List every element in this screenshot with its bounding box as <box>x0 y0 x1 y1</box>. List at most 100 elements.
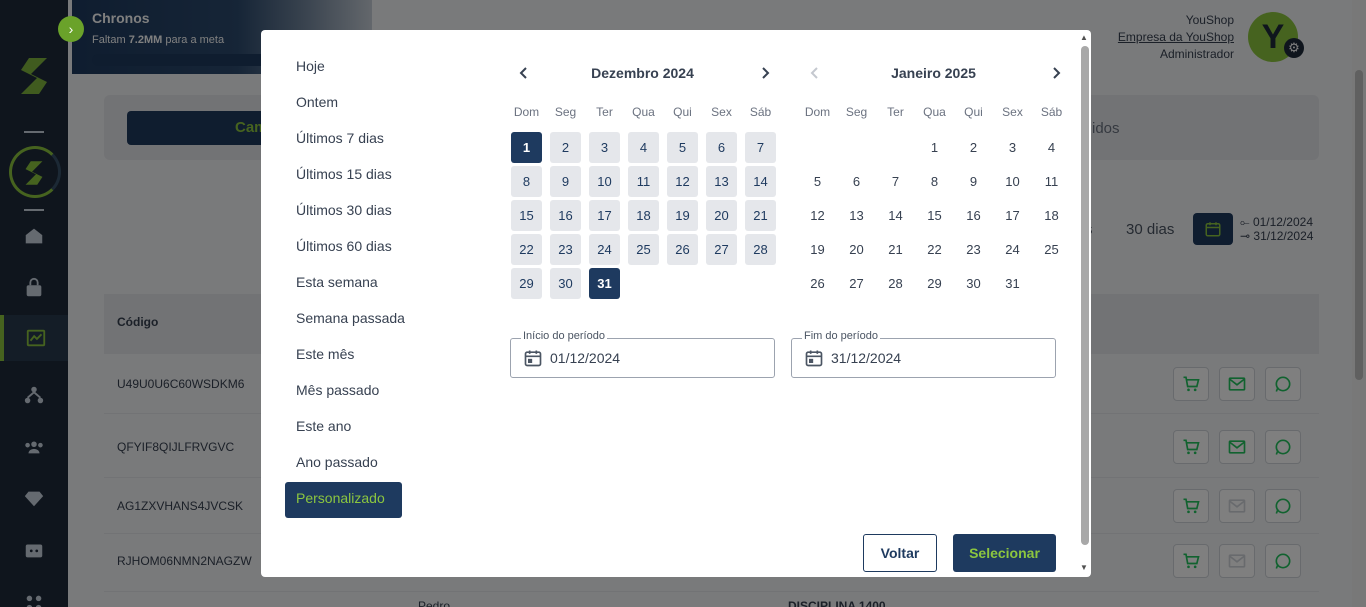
day-cell[interactable]: 13 <box>837 198 876 232</box>
sidebar-expand-button[interactable]: › <box>58 16 84 42</box>
day-number: 23 <box>550 233 581 265</box>
day-cell[interactable]: 26 <box>798 266 837 300</box>
preset-last-month[interactable]: Mês passado <box>285 374 402 410</box>
day-cell[interactable]: 28 <box>741 232 780 266</box>
select-button[interactable]: Selecionar <box>953 534 1056 572</box>
day-cell[interactable]: 10 <box>585 164 624 198</box>
day-cell[interactable]: 31 <box>585 266 624 300</box>
day-cell[interactable]: 21 <box>741 198 780 232</box>
preset-this-month[interactable]: Este mês <box>285 338 402 374</box>
day-cell[interactable]: 3 <box>993 130 1032 164</box>
weekday-label: Dom <box>804 105 831 119</box>
day-cell[interactable]: 12 <box>798 198 837 232</box>
day-cell[interactable]: 22 <box>507 232 546 266</box>
chevron-right-icon <box>1053 67 1061 79</box>
preset-yesterday[interactable]: Ontem <box>285 86 402 122</box>
day-cell[interactable]: 8 <box>507 164 546 198</box>
preset-this-week[interactable]: Esta semana <box>285 266 402 302</box>
weekday-label: Seg <box>554 105 577 119</box>
day-cell[interactable]: 1 <box>915 130 954 164</box>
day-cell[interactable]: 29 <box>507 266 546 300</box>
day-cell[interactable]: 28 <box>876 266 915 300</box>
day-number: 26 <box>667 233 698 265</box>
day-cell[interactable]: 11 <box>624 164 663 198</box>
day-cell[interactable]: 6 <box>837 164 876 198</box>
day-number: 10 <box>589 165 620 197</box>
day-cell[interactable]: 23 <box>954 232 993 266</box>
day-cell[interactable]: 7 <box>876 164 915 198</box>
day-cell[interactable]: 27 <box>837 266 876 300</box>
preset-today[interactable]: Hoje <box>285 50 402 86</box>
next-month-button[interactable] <box>1043 60 1069 86</box>
day-cell[interactable]: 6 <box>702 130 741 164</box>
day-cell[interactable]: 26 <box>663 232 702 266</box>
day-cell[interactable]: 23 <box>546 232 585 266</box>
day-cell[interactable]: 27 <box>702 232 741 266</box>
day-cell[interactable]: 22 <box>915 232 954 266</box>
day-cell[interactable]: 3 <box>585 130 624 164</box>
day-cell[interactable]: 10 <box>993 164 1032 198</box>
day-empty <box>837 130 876 164</box>
day-cell[interactable]: 16 <box>954 198 993 232</box>
day-cell[interactable]: 7 <box>741 130 780 164</box>
preset-last-week[interactable]: Semana passada <box>285 302 405 338</box>
day-cell[interactable]: 11 <box>1032 164 1071 198</box>
preset-this-year[interactable]: Este ano <box>285 410 402 446</box>
day-number: 28 <box>888 275 903 291</box>
day-cell[interactable]: 29 <box>915 266 954 300</box>
day-cell[interactable]: 19 <box>663 198 702 232</box>
day-cell[interactable]: 14 <box>741 164 780 198</box>
day-cell[interactable]: 25 <box>1032 232 1071 266</box>
day-cell[interactable]: 8 <box>915 164 954 198</box>
preset-custom[interactable]: Personalizado <box>285 482 402 518</box>
day-cell[interactable]: 25 <box>624 232 663 266</box>
day-cell[interactable]: 18 <box>624 198 663 232</box>
scroll-up-icon[interactable]: ▲ <box>1080 33 1088 42</box>
preset-last-15-days[interactable]: Últimos 15 dias <box>285 158 402 194</box>
preset-last-60-days[interactable]: Últimos 60 dias <box>285 230 402 266</box>
end-date-field[interactable]: Fim do período 31/12/2024 <box>791 330 1056 378</box>
day-cell[interactable]: 20 <box>702 198 741 232</box>
day-cell[interactable]: 14 <box>876 198 915 232</box>
day-cell[interactable]: 30 <box>546 266 585 300</box>
preset-last-7-days[interactable]: Últimos 7 dias <box>285 122 402 158</box>
day-cell[interactable]: 20 <box>837 232 876 266</box>
day-cell[interactable]: 15 <box>915 198 954 232</box>
day-cell[interactable]: 2 <box>546 130 585 164</box>
day-number: 24 <box>1005 241 1020 257</box>
day-cell[interactable]: 4 <box>1032 130 1071 164</box>
modal-scrollbar[interactable]: ▲ ▼ <box>1079 30 1091 577</box>
scroll-down-icon[interactable]: ▼ <box>1080 563 1088 572</box>
back-button[interactable]: Voltar <box>863 534 937 572</box>
preset-last-30-days[interactable]: Últimos 30 dias <box>285 194 402 230</box>
day-cell[interactable]: 17 <box>585 198 624 232</box>
preset-last-year[interactable]: Ano passado <box>285 446 402 482</box>
day-cell[interactable]: 24 <box>993 232 1032 266</box>
next-month-button[interactable] <box>752 60 778 86</box>
day-cell[interactable]: 5 <box>798 164 837 198</box>
day-cell[interactable]: 9 <box>954 164 993 198</box>
day-cell[interactable]: 24 <box>585 232 624 266</box>
day-cell[interactable]: 5 <box>663 130 702 164</box>
day-cell[interactable]: 18 <box>1032 198 1071 232</box>
day-number: 15 <box>511 199 542 231</box>
day-cell[interactable]: 31 <box>993 266 1032 300</box>
day-number: 21 <box>888 241 903 257</box>
day-cell[interactable]: 1 <box>507 130 546 164</box>
day-cell[interactable]: 19 <box>798 232 837 266</box>
day-cell[interactable]: 17 <box>993 198 1032 232</box>
day-cell[interactable]: 9 <box>546 164 585 198</box>
prev-month-button[interactable] <box>511 60 537 86</box>
day-cell[interactable]: 13 <box>702 164 741 198</box>
weekday-label: Sáb <box>1040 105 1063 119</box>
start-date-field[interactable]: Início do período 01/12/2024 <box>510 330 775 378</box>
day-cell[interactable]: 2 <box>954 130 993 164</box>
day-cell[interactable]: 12 <box>663 164 702 198</box>
modal-scrollbar-thumb[interactable] <box>1081 46 1089 545</box>
day-cell[interactable]: 16 <box>546 198 585 232</box>
day-cell[interactable]: 30 <box>954 266 993 300</box>
day-cell[interactable]: 4 <box>624 130 663 164</box>
day-number: 15 <box>927 207 942 223</box>
day-cell[interactable]: 15 <box>507 198 546 232</box>
day-cell[interactable]: 21 <box>876 232 915 266</box>
